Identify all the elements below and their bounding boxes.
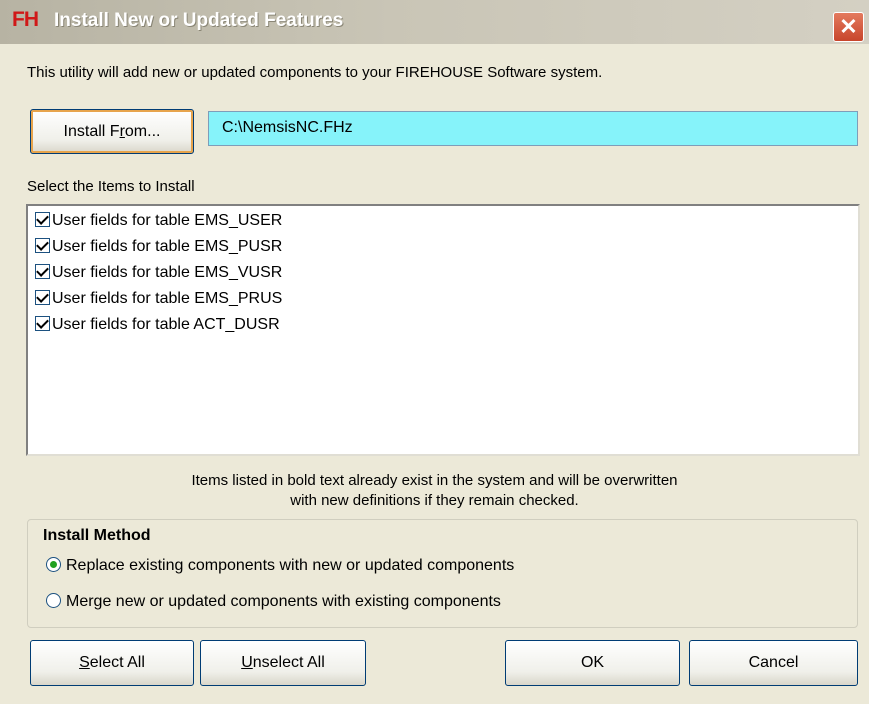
checkbox-checked-icon[interactable]	[35, 212, 50, 227]
overwrite-note-line1: Items listed in bold text already exist …	[191, 472, 678, 489]
list-item[interactable]: User fields for table EMS_PUSR	[35, 236, 282, 258]
install-method-title: Install Method	[43, 527, 151, 544]
list-item[interactable]: User fields for table EMS_USER	[35, 210, 282, 232]
list-item-label: User fields for table EMS_VUSR	[52, 264, 283, 281]
overwrite-note: Items listed in bold text already exist …	[0, 471, 869, 511]
install-dialog: FH Install New or Updated Features ✕ Thi…	[0, 0, 869, 704]
intro-text: This utility will add new or updated com…	[27, 64, 603, 81]
title-bar[interactable]: FH Install New or Updated Features ✕	[0, 0, 869, 44]
list-item-label: User fields for table EMS_PRUS	[52, 290, 283, 307]
install-path-field[interactable]: C:\NemsisNC.FHz	[208, 111, 858, 146]
checkbox-checked-icon[interactable]	[35, 290, 50, 305]
cancel-button[interactable]: Cancel	[689, 640, 858, 686]
firehouse-logo-icon: FH	[12, 8, 39, 31]
list-item[interactable]: User fields for table EMS_VUSR	[35, 262, 282, 284]
checkbox-checked-icon[interactable]	[35, 238, 50, 253]
close-button[interactable]: ✕	[833, 12, 864, 42]
install-from-label-suffix: om...	[124, 123, 161, 140]
list-item[interactable]: User fields for table EMS_PRUS	[35, 288, 282, 310]
items-list[interactable]: User fields for table EMS_USER User fiel…	[26, 204, 860, 456]
checkbox-checked-icon[interactable]	[35, 264, 50, 279]
list-item[interactable]: User fields for table ACT_DUSR	[35, 314, 280, 336]
install-method-group: Install Method Replace existing componen…	[27, 519, 858, 628]
radio-merge[interactable]: Merge new or updated components with exi…	[46, 593, 501, 611]
radio-unselected-icon[interactable]	[46, 593, 61, 608]
radio-replace-label: Replace existing components with new or …	[66, 557, 515, 574]
list-item-label: User fields for table ACT_DUSR	[52, 316, 280, 333]
install-from-label: Install F	[63, 123, 120, 140]
unselect-all-label: nselect All	[252, 654, 325, 671]
radio-replace[interactable]: Replace existing components with new or …	[46, 557, 514, 575]
checkbox-checked-icon[interactable]	[35, 316, 50, 331]
install-from-button[interactable]: Install From...	[30, 109, 194, 154]
window-title: Install New or Updated Features	[54, 10, 344, 31]
select-all-accel: S	[79, 654, 90, 671]
radio-merge-label: Merge new or updated components with exi…	[66, 593, 501, 610]
list-item-label: User fields for table EMS_PUSR	[52, 238, 283, 255]
unselect-all-button[interactable]: Unselect All	[200, 640, 366, 686]
unselect-all-accel: U	[241, 654, 253, 671]
select-all-label: elect All	[89, 654, 145, 671]
overwrite-note-line2: with new definitions if they remain chec…	[290, 492, 579, 509]
items-list-label: Select the Items to Install	[27, 178, 195, 195]
list-item-label: User fields for table EMS_USER	[52, 212, 283, 229]
ok-button[interactable]: OK	[505, 640, 680, 686]
select-all-button[interactable]: Select All	[30, 640, 194, 686]
radio-selected-icon[interactable]	[46, 557, 61, 572]
